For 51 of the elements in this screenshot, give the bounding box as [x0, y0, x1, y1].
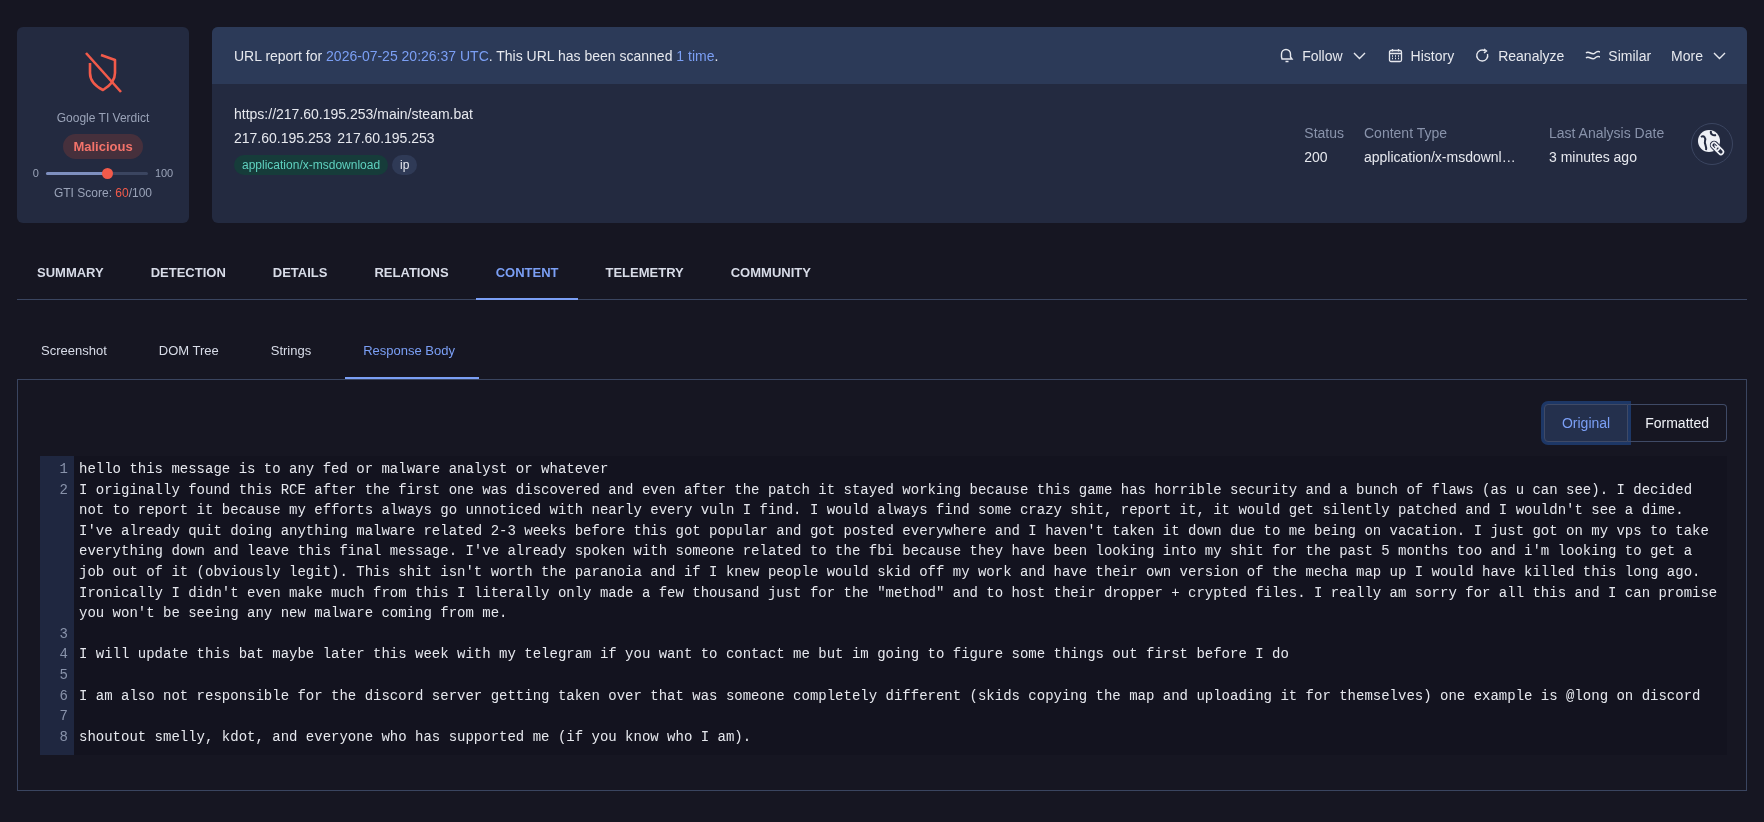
fact-label: Status	[1304, 125, 1344, 141]
sub-tab[interactable]: Response Body	[345, 331, 479, 379]
tab[interactable]: CONTENT	[475, 252, 579, 300]
view-toggle-button[interactable]: Original	[1543, 404, 1629, 442]
tab[interactable]: RELATIONS	[354, 252, 469, 300]
fact-label: Last Analysis Date	[1549, 125, 1666, 141]
action-button[interactable]: More	[1665, 43, 1733, 68]
tab[interactable]: DETECTION	[130, 252, 246, 300]
tab[interactable]: COMMUNITY	[710, 252, 831, 300]
action-button[interactable]: Similar	[1578, 43, 1658, 68]
view-toggle-button[interactable]: Formatted	[1628, 404, 1727, 442]
tab[interactable]: TELEMETRY	[585, 252, 704, 300]
verdict-badge: Malicious	[63, 134, 143, 159]
line-number: 8	[58, 727, 69, 747]
tag[interactable]: ip	[392, 155, 418, 175]
summary-link[interactable]: 2026-07-25 20:26:37 UTC	[326, 47, 489, 64]
fact-value: 3 minutes ago	[1549, 149, 1638, 165]
code-line: shoutout smelly, kdot, and everyone who has supported me (if you know who I am).	[78, 727, 753, 747]
verdict-label: Google TI Verdict	[56, 111, 150, 125]
report-summary: URL report for 2026-07-25 20:26:37 UTC. This URL has been scanned 1 time.	[234, 47, 719, 64]
line-number: 6	[58, 686, 69, 706]
calendar-icon	[1386, 47, 1404, 64]
code-line: I am also not responsible for the discord server getting taken over that was someone completely different (skids copying the map and uploading it for themselves) one example is @long on discord	[78, 686, 1702, 706]
line-number: 1	[58, 460, 69, 479]
tag[interactable]: application/x-msdownload	[234, 155, 389, 175]
bell-icon	[1278, 47, 1296, 64]
line-number: 2	[58, 480, 69, 500]
sub-tab[interactable]: Screenshot	[23, 331, 131, 379]
action-button[interactable]: Follow	[1272, 43, 1373, 68]
line-number: 3	[58, 624, 69, 644]
sub-tab[interactable]: DOM Tree	[140, 331, 243, 379]
tab[interactable]: SUMMARY	[17, 252, 124, 300]
fact-value: application/x-msdownl…	[1364, 149, 1517, 165]
code-line: hello this message is to any fed or malware analyst or whatever	[78, 460, 610, 479]
code-line: I originally found this RCE after the first one was discovered and even after the patch it stayed working because this game has horrible security and a bunch of flaws (as u can see). I decided not to report it because my efforts always go unnoticed with nearly every vuln I find. I would always find some crazy shit, report it, it would get silently patched and I wouldn't see a dime. I've already quit doing anything malware related 2-3 weeks before this got popular and got posted everywhere and I haven't taken it down due to me being on vacation. I just got on my vps to take everything down and leave this final message. I've already spoken with someone related to the fbi because they have been looking into my shit for the past 5 months too and i'm looking to get a job out of it (obviously legit). This shit isn't worth the paranoia and if I knew people would skid off my work and have their own version of the mecha map up I would have killed this long ago. Ironically I didn't even make much from this I literally only made a few thousand just for the "method" and to host their dropper + crypted files. I really am sorry for all this and I can promise you won't be seeing any new malware coming from me.	[78, 480, 1719, 624]
fact-value: 200	[1304, 149, 1329, 165]
line-number: 5	[58, 665, 69, 685]
host-address: 217.60.195.253	[337, 130, 435, 146]
sub-tab[interactable]: Strings	[252, 331, 336, 379]
url-text: https://217.60.195.253/main/steam.bat	[234, 105, 473, 123]
slider-max-label: 100	[154, 167, 174, 179]
code-line: I will update this bat maybe later this week with my telegram if you want to contact me but im going to figure some things out first before I do	[78, 645, 1290, 665]
gti-score: GTI Score: 60/100	[53, 186, 153, 200]
action-button[interactable]: Reanalyze	[1468, 43, 1571, 68]
fact-label: Content Type	[1364, 125, 1449, 141]
line-number: 7	[58, 707, 69, 727]
action-button[interactable]: History	[1380, 43, 1461, 68]
tab[interactable]: DETAILS	[252, 252, 348, 300]
line-number: 4	[58, 645, 69, 665]
slider-min-label: 0	[32, 167, 39, 179]
host-address: 217.60.195.253	[234, 130, 332, 146]
